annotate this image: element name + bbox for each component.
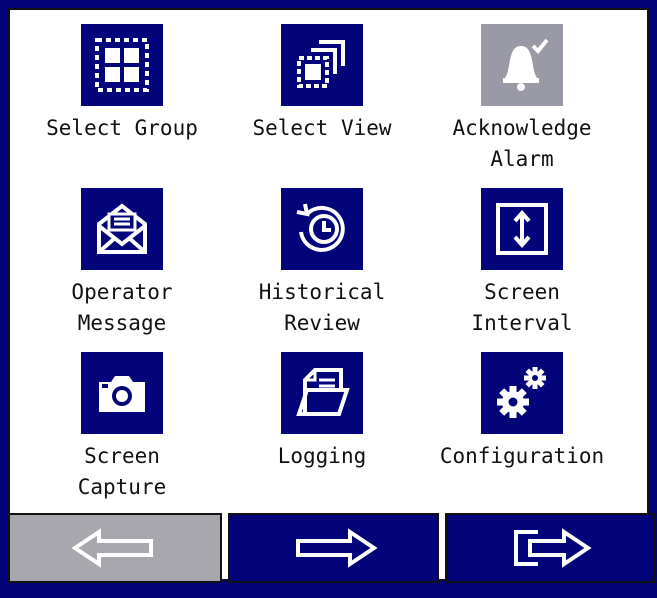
operator-message-label: Operator Message	[71, 280, 173, 335]
configuration-button[interactable]: Configuration	[422, 352, 622, 472]
screen-capture-icon	[81, 352, 163, 434]
select-group-label: Select Group	[46, 116, 198, 140]
screen-interval-icon	[481, 188, 563, 270]
select-group-icon	[81, 24, 163, 106]
acknowledge-alarm-icon	[481, 24, 563, 106]
menu-panel: Select Group Select View Acknowledge Ala…	[8, 8, 649, 581]
historical-review-button[interactable]: Historical Review	[222, 188, 422, 339]
historical-review-icon	[281, 188, 363, 270]
arrow-right-icon	[295, 528, 378, 568]
logging-icon	[281, 352, 363, 434]
screen-capture-button[interactable]: Screen Capture	[22, 352, 222, 503]
operator-message-icon	[81, 188, 163, 270]
operator-message-button[interactable]: Operator Message	[22, 188, 222, 339]
acknowledge-alarm-label: Acknowledge Alarm	[452, 116, 592, 171]
navigation-bar	[8, 513, 655, 583]
historical-review-label: Historical Review	[258, 280, 386, 335]
forward-button[interactable]	[228, 513, 439, 583]
select-view-label: Select View	[252, 116, 392, 140]
back-button[interactable]	[8, 513, 222, 583]
exit-arrow-icon	[514, 528, 592, 568]
configuration-label: Configuration	[439, 444, 605, 468]
screen-interval-button[interactable]: Screen Interval	[422, 188, 622, 339]
logging-button[interactable]: Logging	[222, 352, 422, 472]
arrow-left-icon	[71, 528, 153, 568]
select-view-icon	[281, 24, 363, 106]
acknowledge-alarm-button[interactable]: Acknowledge Alarm	[422, 24, 622, 175]
select-group-button[interactable]: Select Group	[22, 24, 222, 144]
logging-label: Logging	[277, 444, 367, 468]
exit-button[interactable]	[445, 513, 655, 583]
configuration-icon	[481, 352, 563, 434]
screen-interval-label: Screen Interval	[471, 280, 573, 335]
select-view-button[interactable]: Select View	[222, 24, 422, 144]
screen-capture-label: Screen Capture	[77, 444, 167, 499]
